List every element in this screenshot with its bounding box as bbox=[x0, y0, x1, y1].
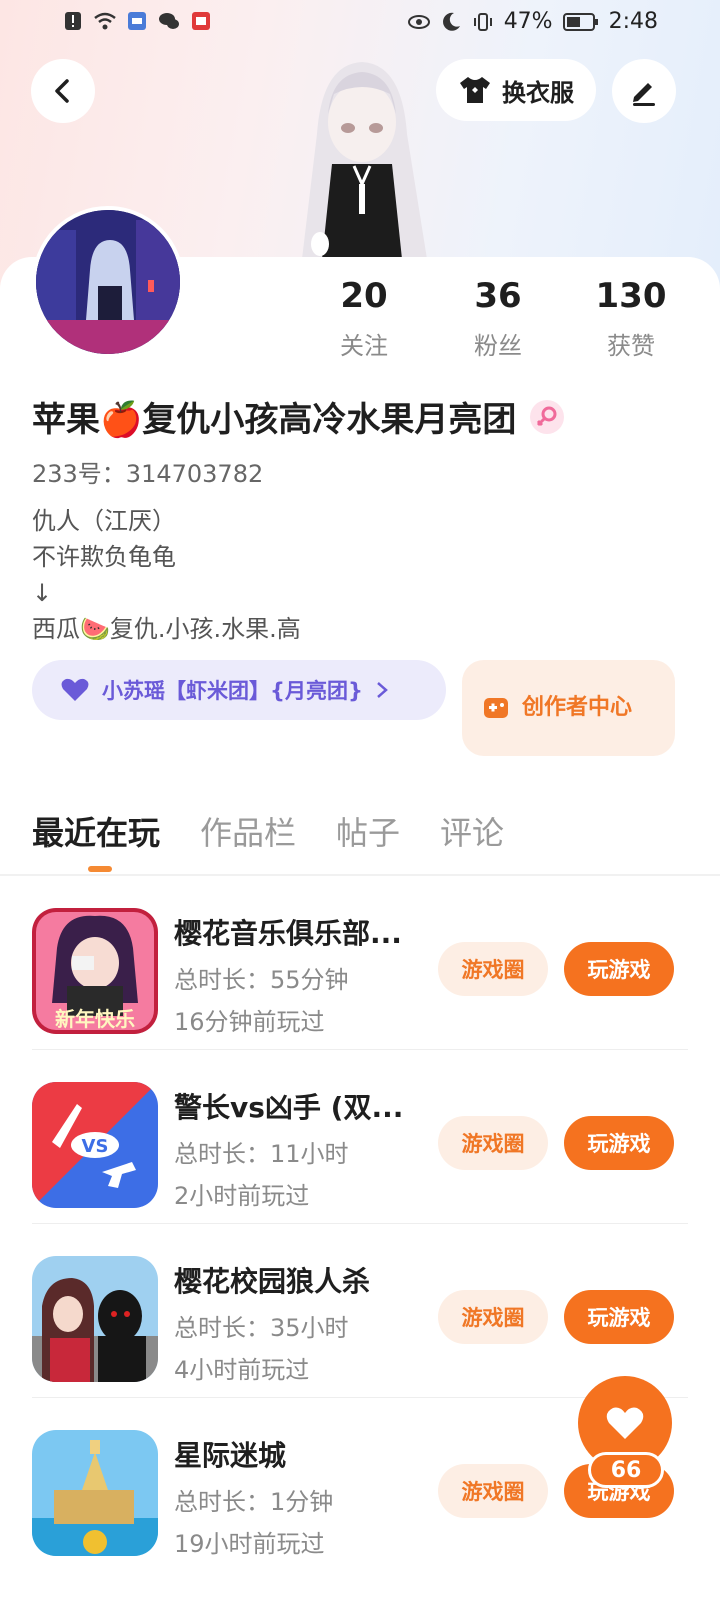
vibrate-icon bbox=[473, 12, 492, 31]
game-title: 樱花音乐俱乐部... bbox=[174, 917, 402, 950]
chevron-right-icon bbox=[377, 682, 388, 698]
game-list-item[interactable]: VS 警长vs凶手 (双... 总时长：11小时 2小时前玩过 游戏圈 玩游戏 bbox=[32, 1050, 688, 1224]
stat-likes[interactable]: 130 获赞 bbox=[571, 276, 691, 361]
pencil-icon bbox=[633, 83, 655, 106]
tshirt-icon bbox=[460, 77, 490, 103]
game-circle-button[interactable]: 游戏圈 bbox=[438, 1116, 548, 1170]
status-left-icons bbox=[62, 10, 212, 32]
game-duration: 总时长：55分钟 bbox=[174, 966, 349, 994]
bio-line: ↓ bbox=[32, 579, 53, 607]
female-gender-icon bbox=[530, 399, 565, 434]
heart-icon bbox=[61, 678, 89, 701]
game-circle-button[interactable]: 游戏圈 bbox=[438, 1464, 548, 1518]
profile-name-row: 苹果🍎复仇小孩高冷水果月亮团 bbox=[32, 392, 565, 441]
heart-icon bbox=[606, 1407, 644, 1439]
game-circle-button[interactable]: 游戏圈 bbox=[438, 942, 548, 996]
wechat-icon bbox=[159, 13, 179, 29]
avatar[interactable] bbox=[32, 206, 184, 358]
intimacy-tag-label: 小苏瑶【虾米团】{月亮团} bbox=[102, 679, 363, 703]
play-game-button[interactable]: 玩游戏 bbox=[564, 1290, 674, 1344]
play-game-button[interactable]: 玩游戏 bbox=[564, 942, 674, 996]
play-game-button[interactable]: 玩游戏 bbox=[564, 1116, 674, 1170]
game-title: 星际迷城 bbox=[174, 1439, 287, 1472]
status-right-icons: 47% 2:48 bbox=[407, 9, 658, 34]
game-last-played: 4小时前玩过 bbox=[174, 1356, 310, 1384]
tab-works[interactable]: 作品栏 bbox=[200, 808, 296, 854]
tab-comments[interactable]: 评论 bbox=[440, 808, 504, 854]
followers-label: 粉丝 bbox=[474, 332, 522, 360]
gamepad-icon bbox=[484, 698, 508, 718]
likes-received-label: 获赞 bbox=[607, 332, 655, 360]
icon-text: VS bbox=[82, 1136, 109, 1157]
game-last-played: 16分钟前玩过 bbox=[174, 1008, 325, 1036]
intimacy-tag-pill[interactable]: 小苏瑶【虾米团】{月亮团} bbox=[32, 660, 446, 720]
active-tab-indicator bbox=[88, 866, 112, 872]
bio-line: 仇人（江厌） bbox=[32, 507, 176, 535]
clock-time: 2:48 bbox=[608, 9, 658, 34]
bio-line: 西瓜🍉复仇.小孩.水果.高 bbox=[32, 615, 301, 643]
game-list-item[interactable]: 樱花校园狼人杀 总时长：35小时 4小时前玩过 游戏圈 玩游戏 bbox=[32, 1224, 688, 1398]
edit-profile-button[interactable] bbox=[612, 59, 676, 123]
stat-following[interactable]: 20 关注 bbox=[304, 276, 424, 361]
user-id: 233号：314703782 bbox=[32, 460, 264, 488]
battery-percent: 47% bbox=[503, 9, 553, 34]
change-outfit-button[interactable]: 换衣服 bbox=[436, 59, 596, 121]
back-button[interactable] bbox=[31, 59, 95, 123]
profile-tabs: 最近在玩 作品栏 帖子 评论 bbox=[32, 808, 504, 854]
message-icon bbox=[192, 12, 210, 30]
app-notification-icon bbox=[128, 12, 146, 30]
sakura-werewolf-icon bbox=[32, 1256, 158, 1382]
creator-center-button[interactable]: 创作者中心 bbox=[462, 660, 675, 756]
moon-icon bbox=[442, 12, 460, 31]
game-last-played: 19小时前玩过 bbox=[174, 1530, 325, 1558]
icon-text: 新年快乐 bbox=[55, 1007, 135, 1031]
stat-followers[interactable]: 36 粉丝 bbox=[438, 276, 558, 361]
followers-count: 36 bbox=[474, 276, 522, 316]
game-title: 樱花校园狼人杀 bbox=[174, 1265, 371, 1298]
game-duration: 总时长：11小时 bbox=[174, 1140, 349, 1168]
character-figure bbox=[302, 62, 427, 259]
alert-icon bbox=[65, 12, 81, 30]
eye-icon bbox=[407, 14, 430, 29]
game-duration: 总时长：1分钟 bbox=[174, 1488, 334, 1516]
following-count: 20 bbox=[340, 276, 388, 316]
status-bar: 47% 2:48 bbox=[0, 0, 720, 48]
chevron-left-icon bbox=[55, 79, 69, 103]
change-outfit-label: 换衣服 bbox=[502, 78, 574, 107]
game-last-played: 2小时前玩过 bbox=[174, 1182, 310, 1210]
battery-icon bbox=[562, 12, 598, 31]
tab-recently-played[interactable]: 最近在玩 bbox=[32, 808, 160, 854]
sakura-music-icon: 新年快乐 bbox=[32, 908, 158, 1034]
tab-posts[interactable]: 帖子 bbox=[336, 808, 400, 854]
game-circle-button[interactable]: 游戏圈 bbox=[438, 1290, 548, 1344]
game-duration: 总时长：35小时 bbox=[174, 1314, 349, 1342]
game-list-item[interactable]: 新年快乐 樱花音乐俱乐部... 总时长：55分钟 16分钟前玩过 游戏圈 玩游戏 bbox=[32, 876, 688, 1050]
creator-center-label: 创作者中心 bbox=[522, 695, 633, 720]
game-title: 警长vs凶手 (双... bbox=[174, 1091, 404, 1124]
likes-received-count: 130 bbox=[595, 276, 667, 316]
star-maze-icon bbox=[32, 1430, 158, 1556]
profile-name: 苹果🍎复仇小孩高冷水果月亮团 bbox=[32, 400, 517, 440]
wifi-icon bbox=[94, 12, 116, 30]
avatar-image bbox=[36, 210, 180, 354]
following-label: 关注 bbox=[340, 332, 388, 360]
profile-bio: 仇人（江厌） 不许欺负龟龟 ↓ 西瓜🍉复仇.小孩.水果.高 bbox=[32, 503, 301, 647]
sheriff-vs-murderer-icon: VS bbox=[32, 1082, 158, 1208]
like-count-badge: 66 bbox=[588, 1452, 664, 1488]
bio-line: 不许欺负龟龟 bbox=[32, 543, 176, 571]
